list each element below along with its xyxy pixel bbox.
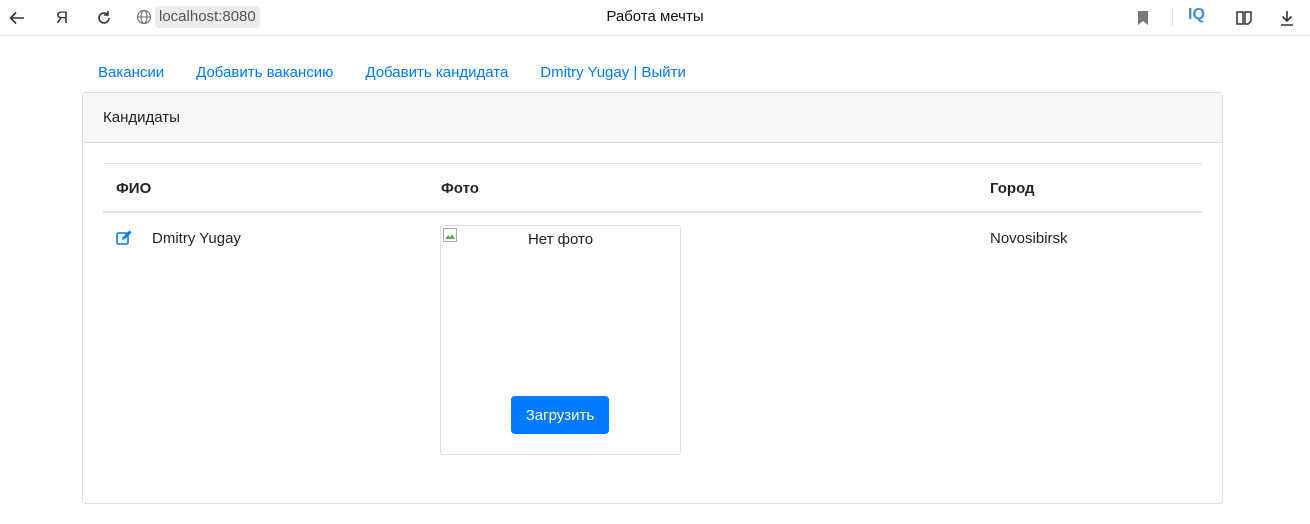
yandex-icon[interactable]: Я: [48, 4, 76, 32]
candidate-name: Dmitry Yugay: [152, 230, 241, 247]
reload-icon[interactable]: [90, 4, 118, 32]
candidates-table: ФИО Фото Город Dmitry Yugay Нет фото Заг…: [103, 163, 1202, 463]
globe-icon: [133, 6, 155, 28]
candidates-card: Кандидаты ФИО Фото Город Dmitry Yugay Не…: [82, 92, 1223, 504]
reader-icon[interactable]: [1230, 4, 1258, 32]
photo-alt-text: Нет фото: [527, 231, 594, 248]
browser-toolbar: Я localhost:8080 Работа мечты IQ: [0, 0, 1310, 36]
table-header: ФИО Фото Город: [103, 163, 1202, 213]
card-header: Кандидаты: [83, 93, 1222, 143]
edit-icon[interactable]: [116, 230, 132, 246]
photo-cell: Нет фото Загрузить: [440, 225, 681, 455]
nav-link-add-candidate[interactable]: Добавить кандидата: [365, 64, 508, 81]
header-city: Город: [990, 180, 1035, 197]
main-nav: Вакансии Добавить вакансию Добавить канд…: [98, 64, 718, 81]
nav-link-vacancies[interactable]: Вакансии: [98, 64, 164, 81]
address-bar[interactable]: localhost:8080: [133, 5, 271, 28]
toolbar-divider: [1172, 8, 1173, 26]
back-arrow-icon[interactable]: [3, 4, 31, 32]
nav-link-user-logout[interactable]: Dmitry Yugay | Выйти: [540, 64, 686, 81]
header-photo: Фото: [441, 180, 479, 197]
iq-icon[interactable]: IQ: [1188, 6, 1205, 24]
upload-button[interactable]: Загрузить: [511, 396, 609, 434]
download-icon[interactable]: [1273, 4, 1301, 32]
bookmark-icon[interactable]: [1129, 4, 1157, 32]
header-name: ФИО: [116, 180, 152, 197]
url-text[interactable]: localhost:8080: [155, 5, 260, 28]
table-row: Dmitry Yugay Нет фото Загрузить Novosibi…: [103, 213, 1202, 463]
candidate-city: Novosibirsk: [990, 230, 1068, 247]
nav-link-add-vacancy[interactable]: Добавить вакансию: [196, 64, 333, 81]
